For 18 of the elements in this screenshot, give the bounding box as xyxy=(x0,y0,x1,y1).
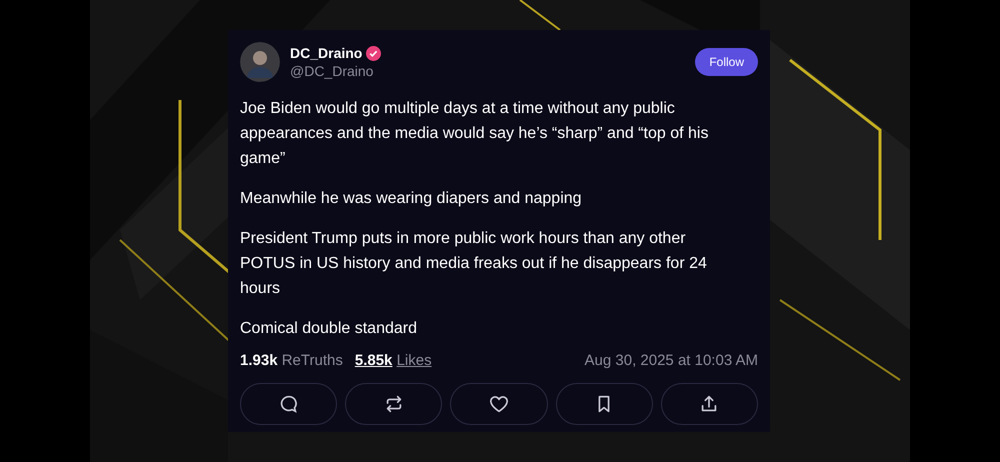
like-button[interactable] xyxy=(450,383,548,425)
author-name[interactable]: DC_Draino xyxy=(290,45,362,61)
author-handle[interactable]: @DC_Draino xyxy=(290,63,686,79)
post-paragraph: Joe Biden would go multiple days at a time without any public appearances and the media would say he’s “sharp” and “top of his game” xyxy=(240,99,710,169)
stat-count: 1.93k ReTruths xyxy=(240,352,343,369)
retruth-button[interactable] xyxy=(345,383,442,425)
bookmark-button[interactable] xyxy=(556,383,653,425)
follow-button[interactable]: Follow xyxy=(695,48,758,76)
speech-bubble-icon xyxy=(278,393,300,415)
post-timestamp: Aug 30, 2025 at 10:03 AM xyxy=(584,352,758,369)
post-paragraph: President Trump puts in more public work hours than any other POTUS in US history and media freaks out if he disappears for 24 hours xyxy=(240,229,708,299)
reply-button[interactable] xyxy=(240,383,338,425)
post-paragraph: Meanwhile he was wearing diapers and napping xyxy=(240,189,583,209)
avatar-icon[interactable] xyxy=(240,42,280,82)
stat-count[interactable]: 5.85k Likes xyxy=(354,352,432,369)
heart-icon xyxy=(488,393,510,415)
post-paragraph: Comical double standard xyxy=(240,319,418,339)
share-button[interactable] xyxy=(660,383,758,425)
